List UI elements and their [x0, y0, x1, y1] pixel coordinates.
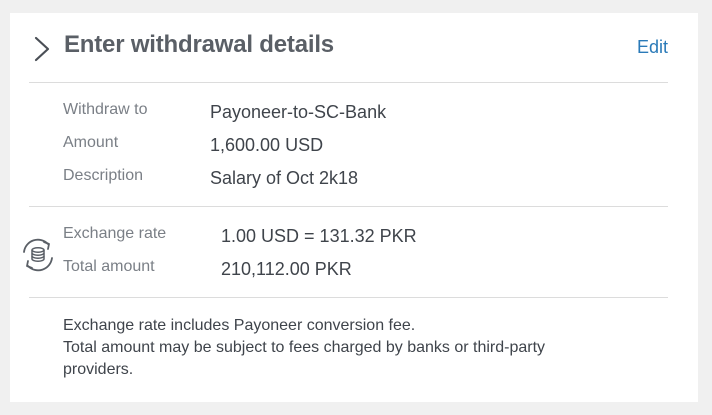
edit-link[interactable]: Edit	[637, 37, 668, 58]
divider	[29, 206, 668, 207]
divider	[29, 297, 668, 298]
divider	[29, 82, 668, 83]
total-amount-label: Total amount	[63, 258, 155, 275]
withdrawal-details-card: Enter withdrawal details Edit Withdraw t…	[10, 13, 698, 402]
detail-label: Amount	[63, 134, 119, 151]
chevron-right-icon[interactable]	[32, 35, 52, 63]
card-header[interactable]: Enter withdrawal details Edit	[10, 13, 698, 82]
disclaimer-line: Exchange rate includes Payoneer conversi…	[63, 317, 416, 334]
exchange-rate-label: Exchange rate	[63, 225, 167, 242]
exchange-rate-value: 1.00 USD = 131.32 PKR	[221, 226, 417, 246]
detail-value: Salary of Oct 2k18	[210, 168, 359, 188]
total-amount-value: 210,112.00 PKR	[221, 259, 352, 279]
fee-disclaimer: Exchange rate includes Payoneer conversi…	[63, 315, 583, 381]
detail-label: Description	[63, 167, 144, 184]
detail-value: 1,600.00 USD	[210, 135, 324, 155]
currency-exchange-icon	[23, 238, 53, 272]
disclaimer-line: Total amount may be subject to fees char…	[63, 339, 546, 378]
section-title: Enter withdrawal details	[64, 31, 334, 58]
detail-value: Payoneer-to-SC-Bank	[210, 102, 387, 122]
detail-label: Withdraw to	[63, 101, 148, 118]
